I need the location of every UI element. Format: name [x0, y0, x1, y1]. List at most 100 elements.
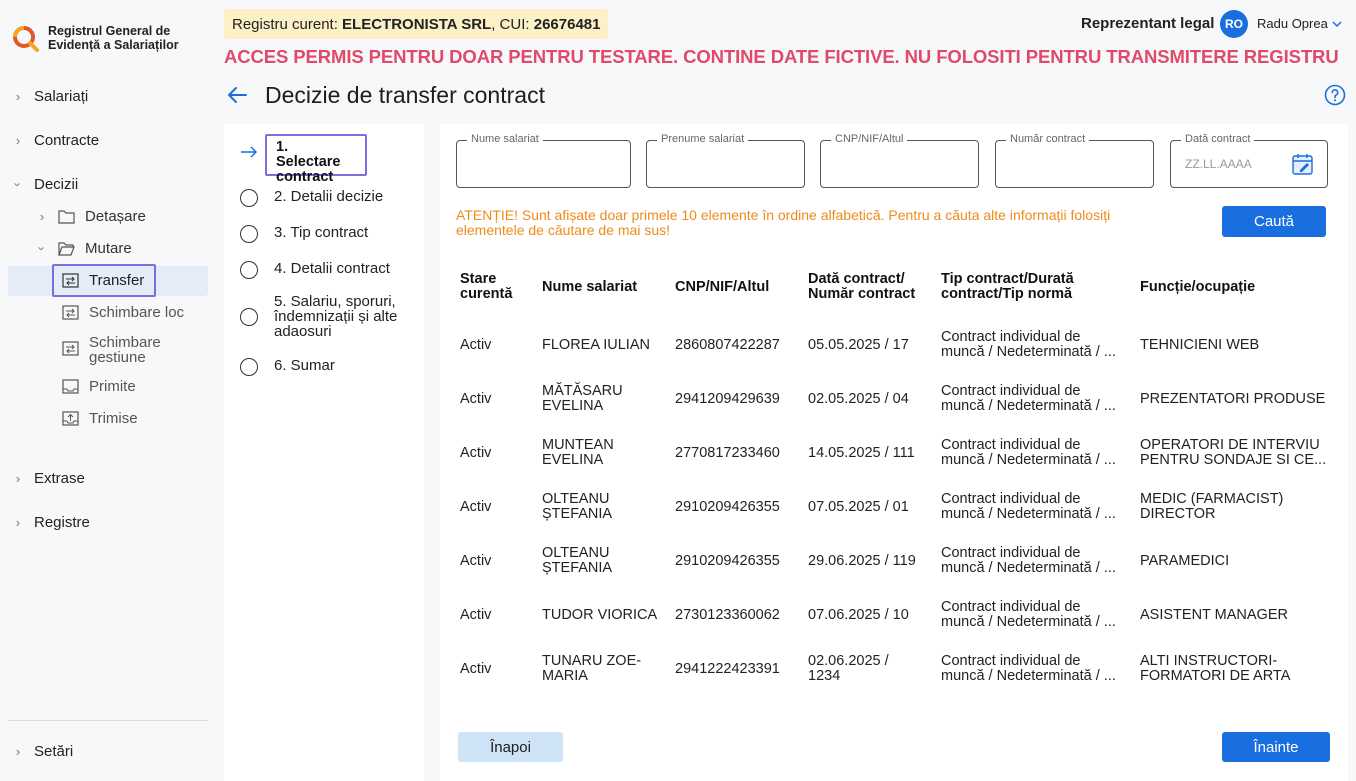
cell-cnp: 2941222423391	[675, 661, 780, 677]
field-label: Număr contract	[1006, 133, 1090, 145]
nav-primite-label: Primite	[89, 378, 136, 395]
step-label: 6. Sumar	[274, 357, 335, 374]
cell-nume: TUDOR VIORICA	[542, 607, 658, 623]
calendar-icon[interactable]	[1291, 153, 1315, 177]
field-label: Nume salariat	[467, 133, 543, 145]
nav-setari[interactable]: › Setări	[12, 743, 73, 760]
nav-trimise[interactable]: Trimise	[62, 410, 138, 427]
step-sumar[interactable]: 6. Sumar	[240, 357, 420, 376]
nav-schimbare-gestiune[interactable]: Schimbare gestiune	[62, 335, 179, 365]
cell-stare: Activ	[460, 499, 492, 515]
nav-mutare[interactable]: › Mutare	[34, 240, 132, 257]
cell-cnp: 2730123360062	[675, 607, 780, 623]
cell-functie: MEDIC (FARMACIST) DIRECTOR	[1140, 491, 1284, 522]
chevron-down-icon: ›	[10, 182, 26, 187]
cell-stare: Activ	[460, 553, 492, 569]
numar-contract-field[interactable]: Număr contract	[995, 133, 1154, 188]
sidebar-divider	[8, 720, 208, 721]
nav-extrase-label: Extrase	[34, 470, 85, 487]
steps-panel: 1. Selectare contract 2. Detalii decizie…	[224, 124, 424, 781]
nav-registre[interactable]: › Registre	[12, 514, 90, 531]
cui-prefix: , CUI:	[491, 15, 534, 33]
registry-name: ELECTRONISTA SRL	[342, 15, 492, 33]
cell-data: 07.06.2025 / 10	[808, 607, 909, 623]
step-radio	[240, 261, 258, 279]
nav-schimbare-gestiune-label: Schimbare gestiune	[89, 334, 161, 366]
step-label: 2. Detalii decizie	[274, 188, 384, 205]
back-arrow-icon[interactable]	[226, 84, 248, 106]
avatar[interactable]: RO	[1220, 10, 1248, 38]
field-label: CNP/NIF/Altul	[831, 133, 908, 145]
nav-extrase[interactable]: › Extrase	[12, 470, 85, 487]
help-icon[interactable]	[1324, 84, 1346, 106]
transfer-icon	[62, 341, 79, 356]
current-registry-chip: Registru curent: ELECTRONISTA SRL , CUI:…	[224, 9, 609, 39]
cell-stare: Activ	[460, 337, 492, 353]
header-stare[interactable]: Stare curentă	[460, 272, 530, 302]
cell-tip: Contract individual de muncă / Nedetermi…	[941, 329, 1116, 360]
prenume-salariat-field[interactable]: Prenume salariat	[646, 133, 805, 188]
cell-tip: Contract individual de muncă / Nedetermi…	[941, 545, 1116, 576]
chevron-right-icon: ›	[39, 209, 45, 224]
cell-functie: TEHNICIENI WEB	[1140, 337, 1260, 353]
data-contract-field[interactable]: Dată contract ZZ.LL.AAAA	[1170, 133, 1328, 188]
attention-message: ATENȚIE! Sunt afișate doar primele 10 el…	[456, 207, 1111, 238]
header-functie[interactable]: Funcție/ocupație	[1140, 280, 1255, 295]
cell-functie: OPERATORI DE INTERVIU PENTRU SONDAJE SI …	[1140, 437, 1327, 468]
field-label: Dată contract	[1181, 133, 1255, 145]
cell-data: 29.06.2025 / 119	[808, 553, 916, 569]
cell-functie: PARAMEDICI	[1140, 553, 1230, 569]
cell-data: 02.06.2025 / 1234	[808, 653, 889, 684]
search-button[interactable]: Caută	[1222, 206, 1326, 237]
cell-tip: Contract individual de muncă / Nedetermi…	[941, 491, 1116, 522]
user-name[interactable]: Radu Oprea	[1257, 16, 1328, 31]
nav-setari-label: Setări	[34, 743, 74, 760]
page-title: Decizie de transfer contract	[265, 82, 545, 108]
transfer-icon	[62, 305, 79, 320]
back-button[interactable]: Înapoi	[458, 732, 563, 762]
arrow-right-icon	[241, 146, 258, 158]
cell-nume: FLOREA IULIAN	[542, 337, 650, 353]
outbox-icon	[62, 411, 79, 426]
chevron-down-icon: ›	[34, 246, 50, 251]
nav-detasare-label: Detașare	[85, 208, 146, 225]
cnp-field[interactable]: CNP/NIF/Altul	[820, 133, 979, 188]
nav-contracte[interactable]: › Contracte	[12, 132, 99, 149]
cell-nume: MĂTĂSARU EVELINA	[542, 383, 623, 414]
step-selectare-contract[interactable]: 1. Selectare contract	[265, 134, 367, 185]
nav-registre-label: Registre	[34, 514, 90, 531]
cell-tip: Contract individual de muncă / Nedetermi…	[941, 437, 1116, 468]
field-label: Prenume salariat	[657, 133, 749, 145]
header-data[interactable]: Dată contract/ Număr contract	[808, 272, 926, 302]
nav-salariati[interactable]: › Salariați	[12, 88, 88, 105]
inbox-icon	[62, 379, 79, 394]
cell-cnp: 2910209426355	[675, 553, 780, 569]
header-nume[interactable]: Nume salariat	[542, 280, 637, 295]
cell-data: 02.05.2025 / 04	[808, 391, 909, 407]
next-button[interactable]: Înainte	[1222, 732, 1330, 762]
nav-primite[interactable]: Primite	[62, 378, 136, 395]
folder-open-icon	[58, 242, 75, 256]
cui-value: 26676481	[533, 15, 601, 33]
nav-schimbare-loc-label: Schimbare loc	[89, 304, 185, 321]
chevron-right-icon: ›	[15, 744, 21, 759]
chevron-down-icon[interactable]	[1331, 18, 1343, 30]
step-tip-contract[interactable]: 3. Tip contract	[240, 224, 420, 243]
header-tip[interactable]: Tip contract/Durată contract/Tip normă	[941, 272, 1121, 302]
nav-decizii[interactable]: › Decizii	[10, 176, 79, 193]
step-radio	[240, 225, 258, 243]
nav-schimbare-loc[interactable]: Schimbare loc	[62, 304, 184, 321]
focus-outline	[52, 264, 156, 297]
cell-nume: OLTEANU ȘTEFANIA	[542, 545, 613, 576]
step-detalii-contract[interactable]: 4. Detalii contract	[240, 260, 420, 279]
step-radio	[240, 358, 258, 376]
cell-tip: Contract individual de muncă / Nedetermi…	[941, 599, 1116, 630]
app-logo[interactable]: Registrul General de Evidență a Salariaț…	[12, 24, 188, 52]
step-salariu[interactable]: 5. Salariu, sporuri, îndemnizații și alt…	[240, 294, 420, 339]
folder-icon	[58, 210, 75, 224]
step-detalii-decizie[interactable]: 2. Detalii decizie	[240, 188, 420, 207]
logo-icon	[13, 26, 39, 52]
nume-salariat-field[interactable]: Nume salariat	[456, 133, 631, 188]
header-cnp[interactable]: CNP/NIF/Altul	[675, 280, 769, 295]
nav-detasare[interactable]: › Detașare	[36, 208, 146, 225]
